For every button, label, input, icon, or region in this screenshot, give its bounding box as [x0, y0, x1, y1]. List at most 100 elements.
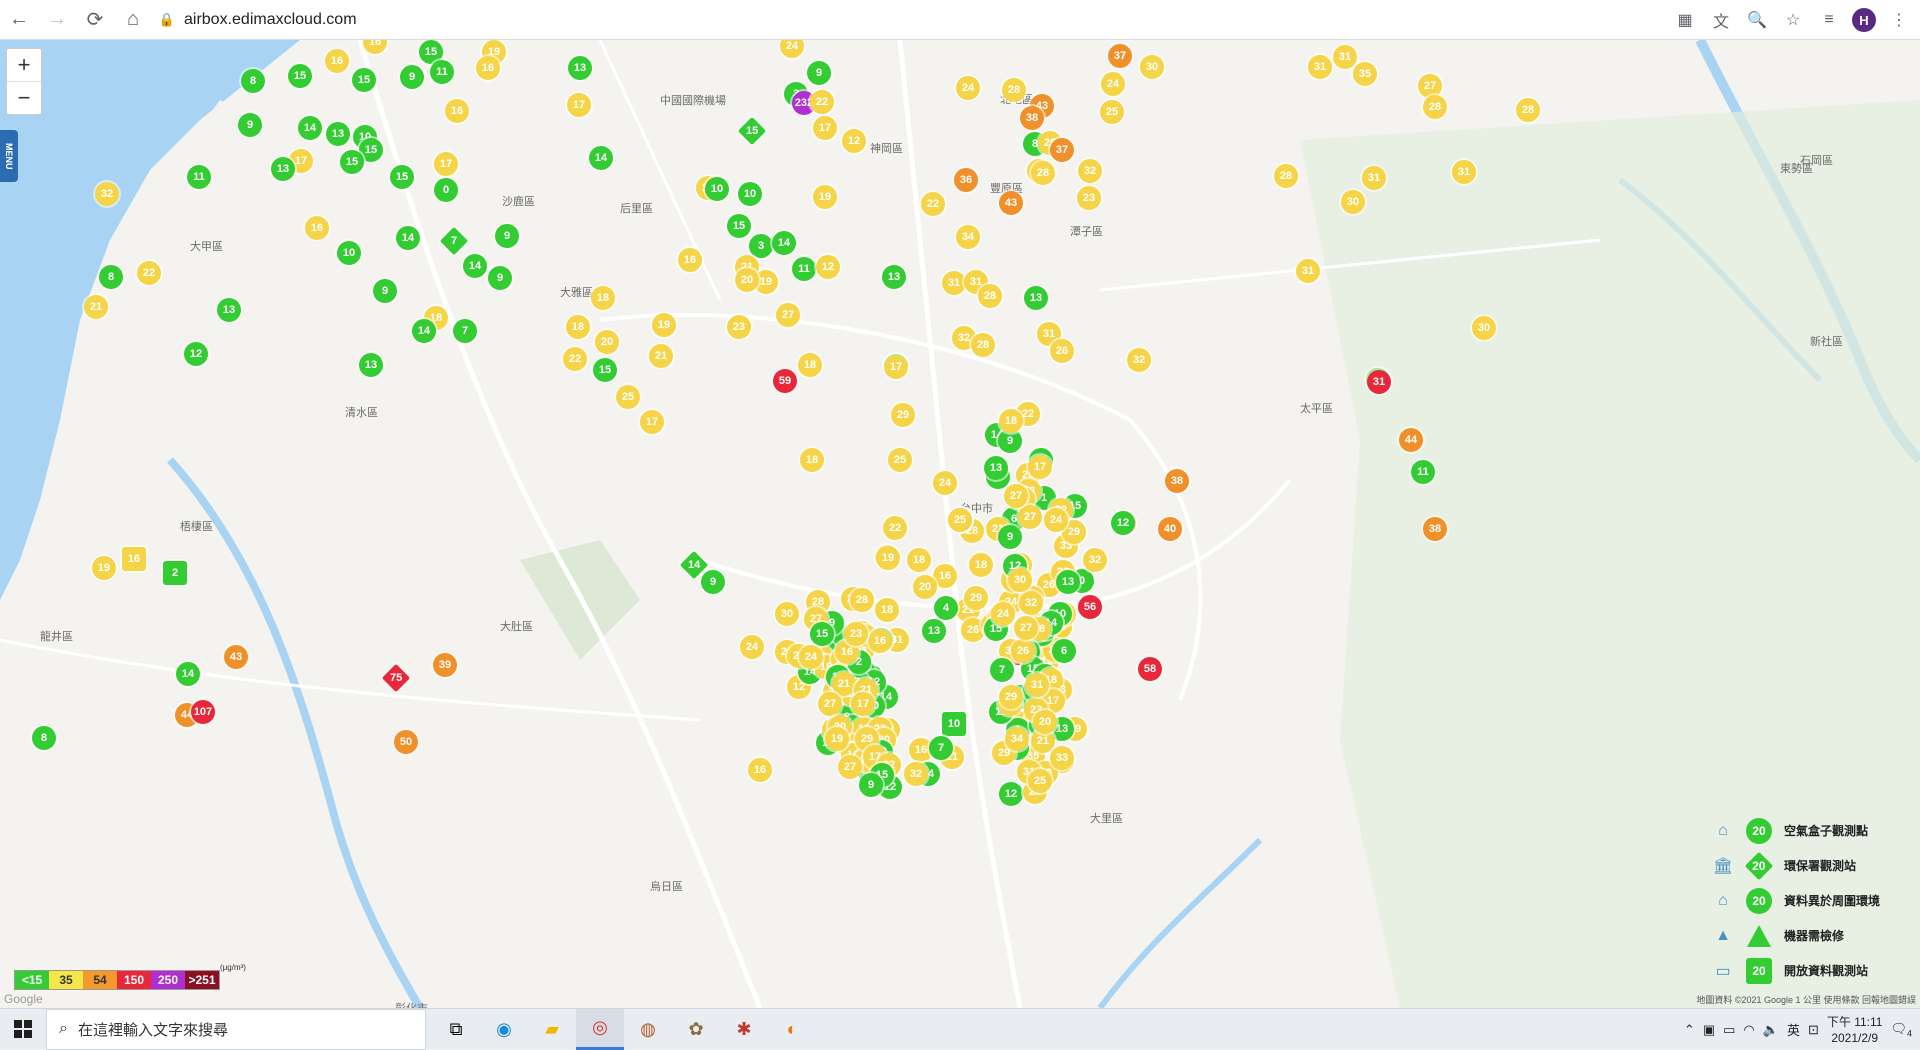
- sensor-marker[interactable]: 38: [1020, 106, 1044, 130]
- chrome-icon[interactable]: ◎: [576, 1008, 624, 1050]
- sensor-marker[interactable]: 28: [1274, 164, 1298, 188]
- sensor-marker[interactable]: 24: [740, 635, 764, 659]
- sensor-marker[interactable]: 39: [433, 653, 457, 677]
- sensor-marker[interactable]: 32: [1019, 591, 1043, 615]
- sensor-marker[interactable]: 12: [184, 342, 208, 366]
- sensor-marker[interactable]: 15: [352, 68, 376, 92]
- forward-icon[interactable]: →: [38, 0, 76, 40]
- sensor-marker[interactable]: 30: [1472, 316, 1496, 340]
- sensor-marker[interactable]: 14: [463, 254, 487, 278]
- sensor-marker[interactable]: 9: [859, 773, 883, 797]
- sensor-marker[interactable]: 27: [1014, 616, 1038, 640]
- sensor-marker[interactable]: 25: [616, 385, 640, 409]
- sensor-marker[interactable]: 28: [978, 284, 1002, 308]
- sensor-marker[interactable]: 18: [969, 553, 993, 577]
- sensor-marker[interactable]: 13: [882, 265, 906, 289]
- sensor-marker[interactable]: 15: [390, 165, 414, 189]
- app-network-icon[interactable]: ✱: [720, 1009, 768, 1050]
- sensor-marker[interactable]: 31: [1452, 160, 1476, 184]
- sensor-marker[interactable]: 28: [971, 333, 995, 357]
- ime-mode-icon[interactable]: ⊡: [1808, 1022, 1819, 1038]
- sensor-marker[interactable]: 14: [176, 662, 200, 686]
- sensor-marker[interactable]: 12: [842, 129, 866, 153]
- sensor-marker[interactable]: 14: [589, 146, 613, 170]
- sensor-marker[interactable]: 28: [1516, 98, 1540, 122]
- sensor-marker[interactable]: 7: [929, 736, 953, 760]
- sensor-marker[interactable]: 14: [412, 319, 436, 343]
- sensor-marker[interactable]: 18: [875, 598, 899, 622]
- zoom-icon[interactable]: 🔍: [1744, 7, 1770, 33]
- qr-code-icon[interactable]: ▦: [1672, 7, 1698, 33]
- more-menu-icon[interactable]: ⋮: [1886, 7, 1912, 33]
- sensor-marker[interactable]: 13: [922, 619, 946, 643]
- sensor-marker[interactable]: 31: [1362, 166, 1386, 190]
- sensor-marker[interactable]: 22: [137, 261, 161, 285]
- sensor-marker[interactable]: 19: [813, 185, 837, 209]
- app-animal-icon[interactable]: ✿: [672, 1009, 720, 1050]
- sensor-marker[interactable]: 16: [305, 216, 329, 240]
- home-icon[interactable]: ⌂: [114, 0, 152, 40]
- sensor-marker[interactable]: 9: [495, 224, 519, 248]
- tray-chevron-icon[interactable]: ⌃: [1684, 1022, 1695, 1038]
- sensor-marker[interactable]: 9: [238, 113, 262, 137]
- sensor-marker[interactable]: 26: [1050, 339, 1074, 363]
- file-explorer-icon[interactable]: ▰: [528, 1009, 576, 1050]
- sensor-marker[interactable]: 22: [810, 90, 834, 114]
- zoom-in-button[interactable]: +: [7, 49, 41, 81]
- sensor-marker[interactable]: 17: [851, 692, 875, 716]
- sensor-marker[interactable]: 19: [652, 313, 676, 337]
- sensor-marker[interactable]: 20: [1033, 710, 1057, 734]
- sensor-marker[interactable]: 8: [32, 726, 56, 750]
- sensor-marker[interactable]: 10: [337, 241, 361, 265]
- sensor-marker[interactable]: 17: [640, 410, 664, 434]
- sensor-marker[interactable]: 14: [396, 226, 420, 250]
- reading-list-icon[interactable]: ≡: [1816, 7, 1842, 33]
- sensor-marker[interactable]: 59: [773, 369, 797, 393]
- url-text[interactable]: airbox.edimaxcloud.com: [184, 11, 357, 29]
- sensor-marker[interactable]: 15: [810, 622, 834, 646]
- sensor-marker[interactable]: 10: [942, 712, 966, 736]
- sensor-marker[interactable]: 12: [1111, 511, 1135, 535]
- back-icon[interactable]: ←: [0, 0, 38, 40]
- sensor-marker[interactable]: 32: [95, 182, 119, 206]
- sensor-marker[interactable]: 27: [776, 303, 800, 327]
- sensor-marker[interactable]: 13: [1056, 570, 1080, 594]
- blender-icon[interactable]: ◐: [768, 1009, 816, 1050]
- sensor-marker[interactable]: 24: [1044, 508, 1068, 532]
- sensor-marker[interactable]: 26: [1011, 639, 1035, 663]
- sensor-marker[interactable]: 16: [748, 758, 772, 782]
- wifi-icon[interactable]: ◠: [1743, 1022, 1754, 1038]
- ime-indicator[interactable]: 英: [1787, 1020, 1800, 1039]
- sensor-marker[interactable]: 23: [727, 315, 751, 339]
- sensor-marker[interactable]: 32: [1083, 548, 1107, 572]
- menu-tab[interactable]: MENU: [0, 130, 18, 182]
- sensor-marker[interactable]: 43: [999, 191, 1023, 215]
- sensor-marker[interactable]: 27: [818, 692, 842, 716]
- sensor-marker[interactable]: 29: [964, 586, 988, 610]
- sensor-marker[interactable]: 32: [1127, 348, 1151, 372]
- sensor-marker[interactable]: 17: [434, 152, 458, 176]
- sensor-marker[interactable]: 14: [298, 116, 322, 140]
- sensor-marker[interactable]: 19: [825, 727, 849, 751]
- sensor-marker[interactable]: 4: [934, 596, 958, 620]
- sensor-marker[interactable]: 33: [1050, 746, 1074, 770]
- sensor-marker[interactable]: 16: [445, 99, 469, 123]
- sensor-marker[interactable]: 56: [1078, 595, 1102, 619]
- sensor-marker[interactable]: 18: [999, 409, 1023, 433]
- sensor-marker[interactable]: 38: [1165, 469, 1189, 493]
- sensor-marker[interactable]: 15: [288, 64, 312, 88]
- sensor-marker[interactable]: 31: [1367, 370, 1391, 394]
- sensor-marker[interactable]: 38: [1423, 517, 1447, 541]
- sensor-marker[interactable]: 17: [1028, 455, 1052, 479]
- sensor-marker[interactable]: 18: [591, 286, 615, 310]
- sensor-marker[interactable]: 21: [84, 295, 108, 319]
- notification-icon[interactable]: 🗨4: [1890, 1021, 1912, 1039]
- sensor-marker[interactable]: 9: [400, 65, 424, 89]
- sensor-marker[interactable]: 16: [122, 547, 146, 571]
- sensor-marker[interactable]: 35: [1353, 62, 1377, 86]
- sensor-marker[interactable]: 13: [359, 353, 383, 377]
- sensor-marker[interactable]: 12: [999, 782, 1023, 806]
- map-attribution[interactable]: 地圖資料 ©2021 Google 1 公里 使用條款 回報地圖錯誤: [1696, 993, 1916, 1006]
- sensor-marker[interactable]: 24: [956, 76, 980, 100]
- sensor-marker[interactable]: 107: [191, 700, 215, 724]
